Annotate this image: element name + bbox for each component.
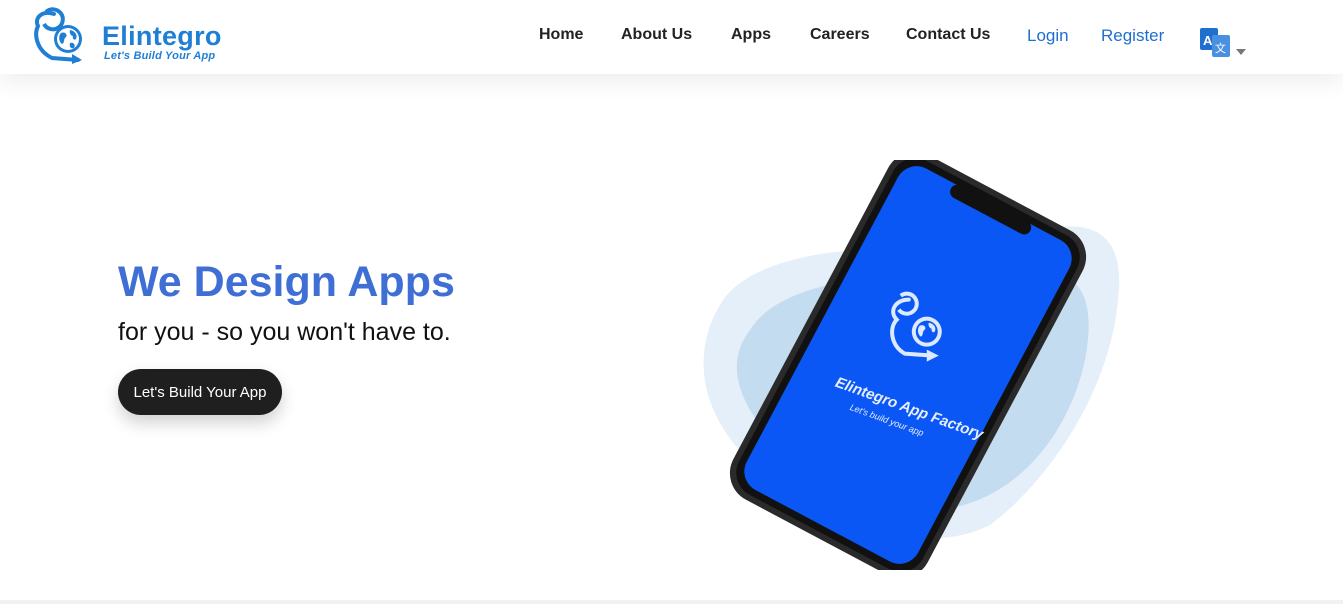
nav-home[interactable]: Home — [539, 26, 583, 44]
svg-text:A: A — [1203, 33, 1213, 48]
chevron-down-icon — [1236, 49, 1246, 55]
nav-about-us[interactable]: About Us — [621, 26, 692, 44]
phone-illustration: Elintegro App Factory Let's build your a… — [703, 160, 1120, 570]
hero-title: We Design Apps — [118, 258, 455, 306]
main-nav: Home About Us Apps Careers Contact Us Lo… — [0, 0, 1343, 74]
register-link[interactable]: Register — [1101, 26, 1164, 46]
build-app-button[interactable]: Let's Build Your App — [118, 369, 282, 415]
login-link[interactable]: Login — [1027, 26, 1069, 46]
nav-apps[interactable]: Apps — [731, 26, 771, 44]
section-divider — [0, 600, 1343, 604]
nav-careers[interactable]: Careers — [810, 26, 870, 44]
language-selector[interactable]: A 文 — [1200, 27, 1248, 59]
site-header: Elintegro Let's Build Your App Home Abou… — [0, 0, 1343, 74]
hero-subtitle: for you - so you won't have to. — [118, 318, 451, 346]
nav-contact-us[interactable]: Contact Us — [906, 26, 990, 44]
svg-text:文: 文 — [1215, 41, 1226, 55]
